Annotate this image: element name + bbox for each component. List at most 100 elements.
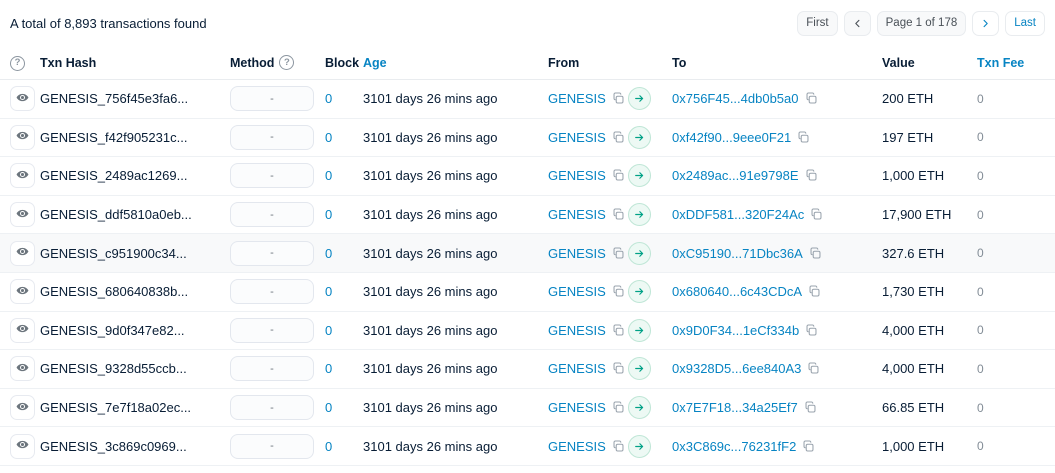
to-address-link[interactable]: 0x3C869c...76231fF2 (672, 439, 796, 454)
txn-hash-link[interactable]: GENESIS_7e7f18a02ec... (40, 400, 230, 415)
txn-hash-link[interactable]: GENESIS_ddf5810a0eb... (40, 207, 230, 222)
block-link[interactable]: 0 (325, 284, 332, 299)
block-cell: 0 (325, 284, 363, 299)
from-address-link[interactable]: GENESIS (548, 91, 606, 106)
to-address-link[interactable]: 0x7E7F18...34a25Ef7 (672, 400, 798, 415)
preview-eye-button[interactable] (10, 356, 35, 381)
row-eye-cell (10, 318, 40, 343)
txn-hash-link[interactable]: GENESIS_c951900c34... (40, 246, 230, 261)
from-address-link[interactable]: GENESIS (548, 130, 606, 145)
to-address-link[interactable]: 0x680640...6c43CDcA (672, 284, 802, 299)
from-address-link[interactable]: GENESIS (548, 207, 606, 222)
copy-icon[interactable] (802, 440, 815, 453)
copy-icon[interactable] (810, 208, 823, 221)
method-badge: - (230, 395, 314, 420)
txn-hash-link[interactable]: GENESIS_680640838b... (40, 284, 230, 299)
age-cell: 3101 days 26 mins ago (363, 168, 548, 183)
preview-eye-button[interactable] (10, 86, 35, 111)
pagination-first-button[interactable]: First (797, 11, 837, 36)
txn-hash-link[interactable]: GENESIS_9d0f347e82... (40, 323, 230, 338)
txn-fee-cell: 0 (977, 92, 1045, 106)
header-block: Block (325, 56, 363, 70)
from-address-link[interactable]: GENESIS (548, 168, 606, 183)
txn-hash-link[interactable]: GENESIS_3c869c0969... (40, 439, 230, 454)
to-address-link[interactable]: 0x9328D5...6ee840A3 (672, 361, 801, 376)
eye-icon (16, 400, 29, 416)
to-address-link[interactable]: 0xf42f90...9eee0F21 (672, 130, 791, 145)
copy-icon[interactable] (612, 131, 625, 144)
eye-icon (16, 438, 29, 454)
to-address-link[interactable]: 0x756F45...4db0b5a0 (672, 91, 799, 106)
copy-icon[interactable] (805, 169, 818, 182)
question-circle-icon[interactable]: ? (10, 56, 25, 71)
copy-icon[interactable] (804, 401, 817, 414)
txn-hash-link[interactable]: GENESIS_2489ac1269... (40, 168, 230, 183)
preview-eye-button[interactable] (10, 163, 35, 188)
from-address-link[interactable]: GENESIS (548, 284, 606, 299)
eye-icon (16, 168, 29, 184)
block-link[interactable]: 0 (325, 168, 332, 183)
block-link[interactable]: 0 (325, 91, 332, 106)
pagination-next-button[interactable] (972, 11, 999, 36)
from-address-link[interactable]: GENESIS (548, 323, 606, 338)
block-link[interactable]: 0 (325, 207, 332, 222)
from-address-link[interactable]: GENESIS (548, 439, 606, 454)
copy-icon[interactable] (612, 247, 625, 260)
txn-fee-cell: 0 (977, 130, 1045, 144)
block-link[interactable]: 0 (325, 246, 332, 261)
to-address-link[interactable]: 0x9D0F34...1eCf334b (672, 323, 799, 338)
to-address-link[interactable]: 0x2489ac...91e9798E (672, 168, 799, 183)
copy-icon[interactable] (612, 92, 625, 105)
copy-icon[interactable] (805, 324, 818, 337)
copy-icon[interactable] (808, 285, 821, 298)
txn-hash-link[interactable]: GENESIS_f42f905231c... (40, 130, 230, 145)
from-address-link[interactable]: GENESIS (548, 361, 606, 376)
copy-icon[interactable] (612, 208, 625, 221)
header-age-sort-link[interactable]: Age (363, 56, 548, 70)
direction-cell (628, 357, 672, 380)
copy-icon[interactable] (807, 362, 820, 375)
from-cell: GENESIS (548, 246, 628, 261)
question-circle-icon[interactable]: ? (279, 55, 294, 70)
txn-hash-link[interactable]: GENESIS_9328d55ccb... (40, 361, 230, 376)
preview-eye-button[interactable] (10, 395, 35, 420)
to-address-link[interactable]: 0xC95190...71Dbc36A (672, 246, 803, 261)
direction-cell (628, 164, 672, 187)
preview-eye-button[interactable] (10, 434, 35, 459)
to-address-link[interactable]: 0xDDF581...320F24Ac (672, 207, 804, 222)
pagination-last-button[interactable]: Last (1005, 11, 1045, 36)
from-address-link[interactable]: GENESIS (548, 246, 606, 261)
copy-icon[interactable] (809, 247, 822, 260)
copy-icon[interactable] (612, 440, 625, 453)
copy-icon[interactable] (612, 169, 625, 182)
block-link[interactable]: 0 (325, 439, 332, 454)
header-txn-fee-sort-link[interactable]: Txn Fee (977, 56, 1045, 70)
direction-cell (628, 203, 672, 226)
block-link[interactable]: 0 (325, 130, 332, 145)
table-header-row: ? Txn Hash Method ? Block Age From To Va… (0, 46, 1055, 80)
preview-eye-button[interactable] (10, 125, 35, 150)
copy-icon[interactable] (612, 362, 625, 375)
block-cell: 0 (325, 439, 363, 454)
arrow-right-icon (628, 357, 651, 380)
preview-eye-button[interactable] (10, 202, 35, 227)
method-cell: - (230, 86, 325, 111)
row-eye-cell (10, 202, 40, 227)
to-cell: 0x3C869c...76231fF2 (672, 439, 882, 454)
copy-icon[interactable] (612, 285, 625, 298)
copy-icon[interactable] (797, 131, 810, 144)
preview-eye-button[interactable] (10, 318, 35, 343)
preview-eye-button[interactable] (10, 279, 35, 304)
from-cell: GENESIS (548, 284, 628, 299)
copy-icon[interactable] (805, 92, 818, 105)
pagination-prev-button[interactable] (844, 11, 871, 36)
row-eye-cell (10, 241, 40, 266)
copy-icon[interactable] (612, 324, 625, 337)
preview-eye-button[interactable] (10, 241, 35, 266)
block-link[interactable]: 0 (325, 361, 332, 376)
txn-hash-link[interactable]: GENESIS_756f45e3fa6... (40, 91, 230, 106)
block-link[interactable]: 0 (325, 400, 332, 415)
block-link[interactable]: 0 (325, 323, 332, 338)
from-address-link[interactable]: GENESIS (548, 400, 606, 415)
copy-icon[interactable] (612, 401, 625, 414)
